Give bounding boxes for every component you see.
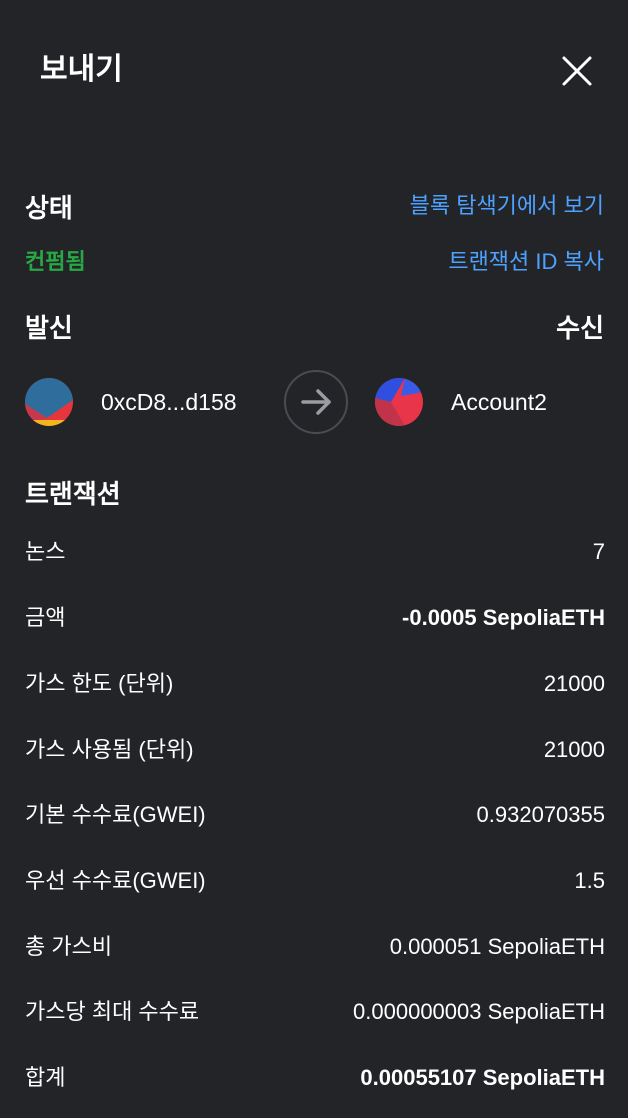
detail-value: 21000 [543, 737, 605, 762]
detail-row-total: 합계 0.00055107 SepoliaETH [25, 1060, 605, 1096]
direction-arrow [284, 370, 348, 434]
detail-row-priority-fee: 우선 수수료(GWEI) 1.5 [25, 863, 605, 899]
detail-row-nonce: 논스 7 [25, 534, 605, 570]
copy-transaction-id-link[interactable]: 트랜잭션 ID 복사 [448, 246, 604, 278]
detail-row-amount: 금액 -0.0005 SepoliaETH [25, 600, 605, 636]
to-label: 수신 [556, 313, 604, 343]
status-badge: 컨펌됨 [25, 249, 86, 274]
page-title: 보내기 [40, 53, 123, 86]
detail-value: 21000 [543, 671, 605, 696]
detail-key: 우선 수수료(GWEI) [25, 868, 206, 893]
detail-row-gas-limit: 가스 한도 (단위) 21000 [25, 666, 605, 702]
detail-value: -0.0005 SepoliaETH [402, 605, 605, 630]
detail-key: 논스 [25, 539, 66, 564]
arrow-right-icon [301, 389, 331, 415]
jazzicon-avatar [25, 378, 73, 426]
detail-key: 기본 수수료(GWEI) [25, 802, 206, 827]
to-account[interactable]: Account2 [451, 386, 547, 418]
detail-value: 0.000000003 SepoliaETH [353, 999, 605, 1024]
detail-value: 1.5 [574, 868, 605, 893]
detail-row-gas-used: 가스 사용됨 (단위) 21000 [25, 732, 605, 768]
detail-row-base-fee: 기본 수수료(GWEI) 0.932070355 [25, 797, 605, 833]
detail-key: 총 가스비 [25, 934, 113, 959]
detail-row-total-gas-fee: 총 가스비 0.000051 SepoliaETH [25, 929, 605, 965]
view-on-block-explorer-link[interactable]: 블록 탐색기에서 보기 [410, 190, 604, 222]
detail-row-max-fee-per-gas: 가스당 최대 수수료 0.000000003 SepoliaETH [25, 994, 605, 1030]
detail-key: 가스 사용됨 (단위) [25, 737, 194, 762]
from-address[interactable]: 0xcD8...d158 [101, 386, 237, 418]
transaction-section-title: 트랜잭션 [25, 479, 121, 509]
close-button[interactable] [556, 50, 598, 92]
from-label: 발신 [25, 313, 73, 343]
to-avatar[interactable] [375, 378, 423, 426]
status-label: 상태 [25, 193, 73, 223]
parties-row: 0xcD8...d158 Account2 [0, 370, 628, 434]
detail-key: 가스당 최대 수수료 [25, 999, 200, 1024]
detail-key: 가스 한도 (단위) [25, 671, 174, 696]
detail-value: 0.932070355 [476, 802, 605, 827]
from-avatar[interactable] [25, 378, 73, 426]
detail-value: 0.000051 SepoliaETH [389, 934, 605, 959]
detail-key: 합계 [25, 1065, 66, 1090]
detail-value: 7 [592, 539, 605, 564]
detail-value: 0.00055107 SepoliaETH [360, 1065, 605, 1090]
jazzicon-avatar [375, 378, 423, 426]
detail-key: 금액 [25, 605, 66, 630]
close-icon [562, 56, 592, 86]
